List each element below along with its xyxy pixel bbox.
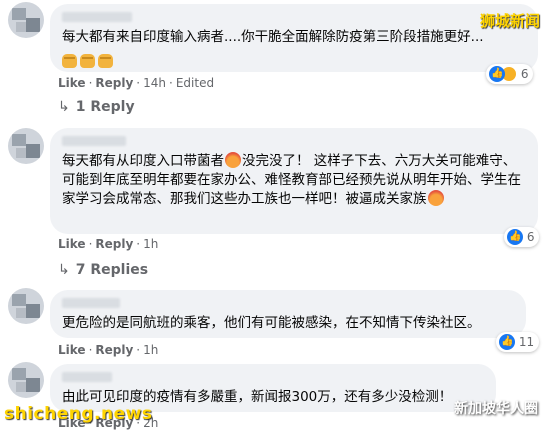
angry-emoji-icon bbox=[225, 152, 241, 168]
timestamp[interactable]: 1h bbox=[143, 343, 158, 357]
comment-actions: Like · Reply · 14h · Edited bbox=[58, 76, 215, 90]
edited-label: Edited bbox=[175, 76, 215, 90]
like-link[interactable]: Like bbox=[58, 76, 86, 90]
like-reaction-icon bbox=[499, 334, 515, 350]
reply-link[interactable]: Reply bbox=[95, 76, 133, 90]
fist-emoji-icon bbox=[98, 54, 113, 68]
like-link[interactable]: Like bbox=[58, 343, 86, 357]
comment-bubble: 每大都有来自印度输入病者....你干脆全面解除防疫第三阶段措施更好... bbox=[50, 4, 538, 72]
comment-text: 每大都有来自印度输入病者....你干脆全面解除防疫第三阶段措施更好... bbox=[62, 29, 484, 45]
watermark-bottom-right: 新加坡华人圈 bbox=[454, 401, 538, 417]
reaction-count: 6 bbox=[520, 67, 529, 81]
watermark-top: 狮城新闻 bbox=[479, 12, 540, 30]
fist-emojis bbox=[62, 51, 526, 70]
reaction-count: 6 bbox=[526, 230, 535, 244]
like-link[interactable]: Like bbox=[58, 237, 86, 251]
avatar[interactable] bbox=[8, 288, 44, 324]
reply-arrow-icon: ↳ bbox=[58, 99, 70, 115]
comment-bubble: 每天都有从印度入口带菌者 没完没了！ 这样子下去、六万大关可能难守、可能到年底至明… bbox=[50, 128, 538, 234]
avatar[interactable] bbox=[8, 128, 44, 164]
comment-actions: Like · Reply · 1h bbox=[58, 343, 159, 357]
watermark-bottom-left: shicheng.news bbox=[4, 404, 153, 424]
avatar[interactable] bbox=[8, 362, 44, 398]
like-reaction-icon bbox=[507, 229, 523, 245]
angry-emoji-icon bbox=[427, 190, 444, 206]
comment-actions: Like · Reply · 1h bbox=[58, 237, 159, 251]
comment-text: 更危险的是同航班的乘客，他们有可能被感染，在不知情下传染社区。 bbox=[62, 315, 481, 331]
reply-arrow-icon: ↳ bbox=[58, 262, 70, 278]
reaction-summary[interactable]: 6 bbox=[486, 64, 534, 84]
comment-text: 每天都有从印度入口带菌者 没完没了！ 这样子下去、六万大关可能难守、可能到年底至明… bbox=[62, 152, 521, 207]
view-replies-link[interactable]: ↳ 1 Reply bbox=[58, 99, 135, 115]
reaction-count: 11 bbox=[518, 335, 535, 349]
like-reaction-icon bbox=[489, 66, 505, 82]
timestamp[interactable]: 14h bbox=[143, 76, 166, 90]
reaction-summary[interactable]: 6 bbox=[504, 227, 540, 247]
author-name[interactable] bbox=[62, 298, 120, 308]
author-name[interactable] bbox=[62, 12, 132, 22]
reply-link[interactable]: Reply bbox=[95, 237, 133, 251]
author-name[interactable] bbox=[62, 372, 112, 382]
timestamp[interactable]: 1h bbox=[143, 237, 158, 251]
fist-emoji-icon bbox=[80, 54, 95, 68]
comment-bubble: 更危险的是同航班的乘客，他们有可能被感染，在不知情下传染社区。 bbox=[50, 290, 526, 338]
reaction-summary[interactable]: 11 bbox=[496, 332, 540, 352]
view-replies-link[interactable]: ↳ 7 Replies bbox=[58, 262, 148, 278]
author-name[interactable] bbox=[62, 136, 126, 146]
reply-link[interactable]: Reply bbox=[95, 343, 133, 357]
avatar[interactable] bbox=[8, 2, 44, 38]
fist-emoji-icon bbox=[62, 54, 77, 68]
